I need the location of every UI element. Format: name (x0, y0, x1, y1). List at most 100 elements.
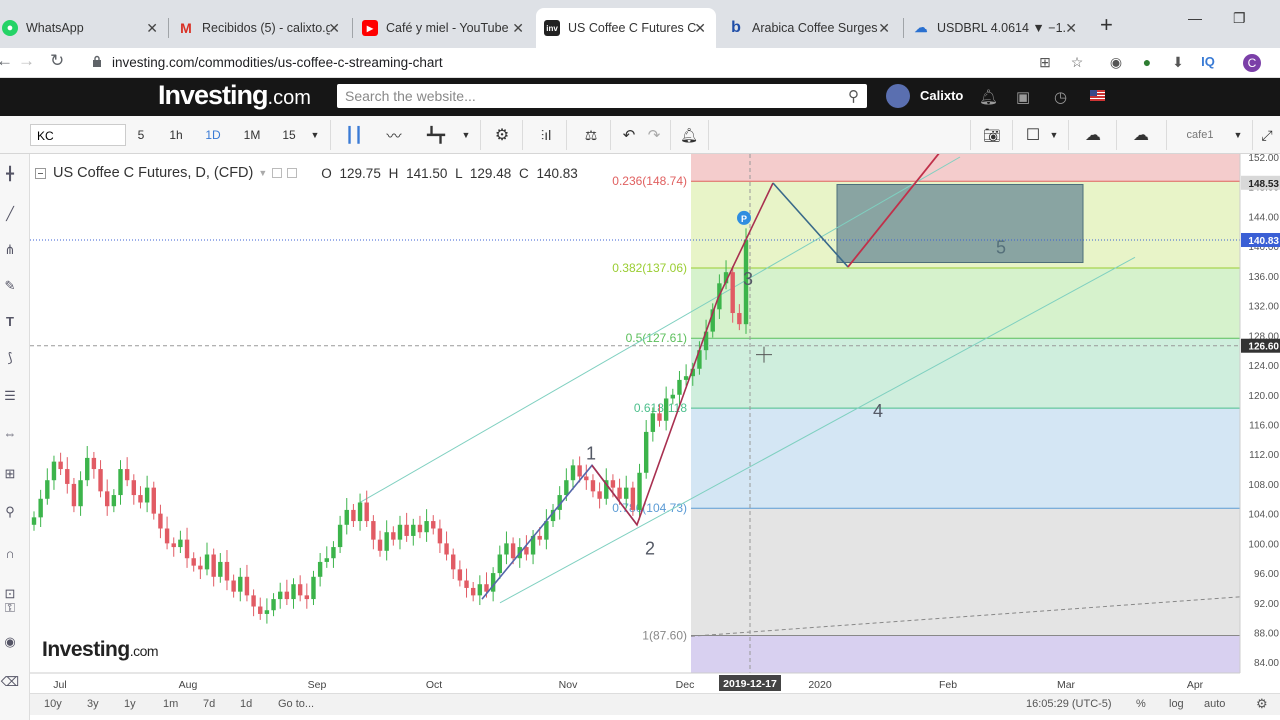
range-1m[interactable]: 1m (163, 698, 178, 710)
new-tab-button[interactable]: + (1100, 12, 1113, 38)
minimize-icon[interactable]: — (1188, 10, 1202, 26)
close-icon[interactable]: ✕ (1065, 20, 1077, 37)
measure-tool-icon[interactable]: ⇔ (0, 426, 20, 441)
close-icon[interactable]: ✕ (146, 20, 158, 37)
interval-5[interactable]: 5 (134, 124, 148, 146)
tab-bloomberg[interactable]: b Arabica Coffee Surges T ✕ (720, 8, 900, 48)
layout-name[interactable]: cafe1 (1178, 124, 1222, 146)
range-10y[interactable]: 10y (44, 698, 62, 710)
candle-body (357, 502, 363, 522)
candles-icon[interactable]: ┃┃ (344, 124, 364, 146)
username[interactable]: Calixto (920, 88, 963, 103)
candle-body (58, 461, 63, 470)
close-icon[interactable]: ✕ (694, 20, 706, 37)
symbol-input[interactable]: KC (30, 124, 126, 146)
indicators-icon[interactable]: ⫶ıl (535, 124, 557, 146)
pattern-tool-icon[interactable]: ⟆ (0, 350, 20, 366)
bars-icon[interactable]: ┻┳ (426, 124, 446, 146)
tab-youtube[interactable]: ▶ Café y miel - YouTube ✕ (354, 8, 534, 48)
settings-gear-icon[interactable]: ⚙ (492, 124, 512, 146)
interval-15[interactable]: 15 (280, 124, 298, 146)
chevron-down-icon[interactable]: ▼ (309, 124, 321, 146)
auto-scale-toggle[interactable]: auto (1204, 698, 1225, 710)
cloud-load-icon[interactable]: ☁ (1080, 124, 1106, 146)
trash-icon[interactable]: ⌫ (0, 674, 20, 690)
bell-icon[interactable]: 🔔︎ (979, 88, 998, 106)
extension-globe-icon[interactable]: ● (1138, 54, 1156, 72)
tab-label: Recibidos (5) - calixto.g (202, 21, 330, 35)
range-7d[interactable]: 7d (203, 698, 215, 710)
stay-in-drawing-icon[interactable]: ⚿ (0, 600, 20, 616)
chevron-down-icon[interactable]: ▼ (1232, 124, 1244, 146)
chevron-down-icon[interactable]: ▼ (258, 168, 267, 178)
clock-icon[interactable]: ◷ (1054, 88, 1067, 106)
legend-settings-icon[interactable] (272, 168, 283, 178)
range-3y[interactable]: 3y (87, 698, 99, 710)
chevron-down-icon[interactable]: ▼ (460, 124, 472, 146)
download-icon[interactable]: ⬇ (1169, 54, 1187, 72)
y-tick-label: 136.00 (1248, 272, 1279, 283)
close-icon[interactable]: ✕ (878, 20, 890, 37)
search-icon[interactable]: ⚲ (848, 87, 859, 105)
site-logo[interactable]: Investing.com (158, 80, 311, 111)
fullscreen-box-icon[interactable]: ☐ (1024, 124, 1042, 146)
candle-body (457, 569, 463, 581)
zoom-tool-icon[interactable]: ⚲ (0, 504, 20, 520)
compare-scale-icon[interactable]: ⚖ (580, 124, 602, 146)
fib-tool-icon[interactable]: ☰ (0, 388, 20, 404)
range-1y[interactable]: 1y (124, 698, 136, 710)
bookmark-star-icon[interactable]: ☆ (1068, 54, 1086, 72)
camera-icon[interactable]: 📷︎ (982, 124, 1002, 146)
fib-band (691, 635, 1240, 673)
percent-scale-toggle[interactable]: % (1136, 698, 1146, 710)
tab-tradingview[interactable]: ☁ USDBRL 4.0614 ▼ −1.1 ✕ (905, 8, 1087, 48)
log-scale-toggle[interactable]: log (1169, 698, 1184, 710)
scale-settings-icon[interactable]: ⚙ (1256, 696, 1268, 712)
interval-1m[interactable]: 1M (241, 124, 263, 146)
crosshair-tool-icon[interactable]: ╋ (0, 166, 20, 182)
eye-icon[interactable]: ◉ (0, 634, 20, 650)
avatar[interactable] (886, 84, 910, 108)
line-chart-icon[interactable]: 〰 (383, 124, 405, 146)
tab-whatsapp[interactable]: ● WhatsApp ✕ (0, 8, 168, 48)
tab-investing[interactable]: inv US Coffee C Futures Ch ✕ (536, 8, 716, 48)
projection-tool-icon[interactable]: ⊞ (0, 466, 20, 482)
price-chart[interactable]: 0.236(148.74) 0.382(137.06) 0.5(127.61) 0.6… (30, 154, 1280, 720)
extension-record-icon[interactable]: ◉ (1107, 54, 1125, 72)
close-icon[interactable]: ✕ (512, 20, 524, 37)
interval-1h[interactable]: 1h (166, 124, 186, 146)
collapse-legend-icon[interactable] (35, 167, 46, 179)
range-1d[interactable]: 1d (240, 698, 252, 710)
expand-icon[interactable]: ⤢ (1258, 124, 1276, 146)
chart-canvas[interactable]: 0.236(148.74)0.382(137.06)0.5(127.61)0.6… (30, 154, 1280, 693)
tab-gmail[interactable]: M Recibidos (5) - calixto.g ✕ (170, 8, 350, 48)
goto-date-button[interactable]: Go to... (278, 698, 314, 710)
translate-icon[interactable]: ⊞ (1036, 54, 1054, 72)
legend-close-icon[interactable] (287, 168, 298, 178)
interval-1d[interactable]: 1D (203, 124, 223, 146)
magnet-icon[interactable]: ∩ (0, 546, 20, 561)
cloud-save-icon[interactable]: ☁ (1128, 124, 1154, 146)
profile-avatar[interactable]: C (1243, 54, 1261, 72)
redo-icon[interactable]: ↷ (645, 124, 663, 146)
iq-extension-icon[interactable]: IQ (1199, 54, 1217, 72)
reload-icon[interactable]: ↻ (50, 51, 64, 71)
chevron-down-icon[interactable]: ▼ (1048, 124, 1060, 146)
alert-bell-icon[interactable]: 🔔︎ (678, 124, 700, 146)
undo-icon[interactable]: ↶ (620, 124, 638, 146)
candle-body (504, 543, 509, 555)
back-icon[interactable]: ← (0, 51, 13, 71)
us-flag-icon[interactable] (1090, 90, 1105, 101)
candle-body (597, 491, 602, 499)
restore-icon[interactable]: ❐ (1233, 10, 1246, 27)
brush-tool-icon[interactable]: ✎ (0, 278, 20, 294)
close-icon[interactable]: ✕ (328, 20, 340, 37)
text-tool-icon[interactable]: T (0, 314, 20, 329)
search-input[interactable]: Search the website... ⚲ (337, 84, 867, 108)
trendline-tool-icon[interactable]: ╱ (0, 206, 20, 222)
forward-icon[interactable]: → (18, 51, 35, 71)
url-field[interactable]: investing.com/commodities/us-coffee-c-st… (112, 55, 443, 70)
pitchfork-tool-icon[interactable]: ⋔ (0, 242, 20, 258)
portfolio-icon[interactable]: ▣ (1016, 88, 1030, 106)
candle-body (251, 595, 256, 607)
